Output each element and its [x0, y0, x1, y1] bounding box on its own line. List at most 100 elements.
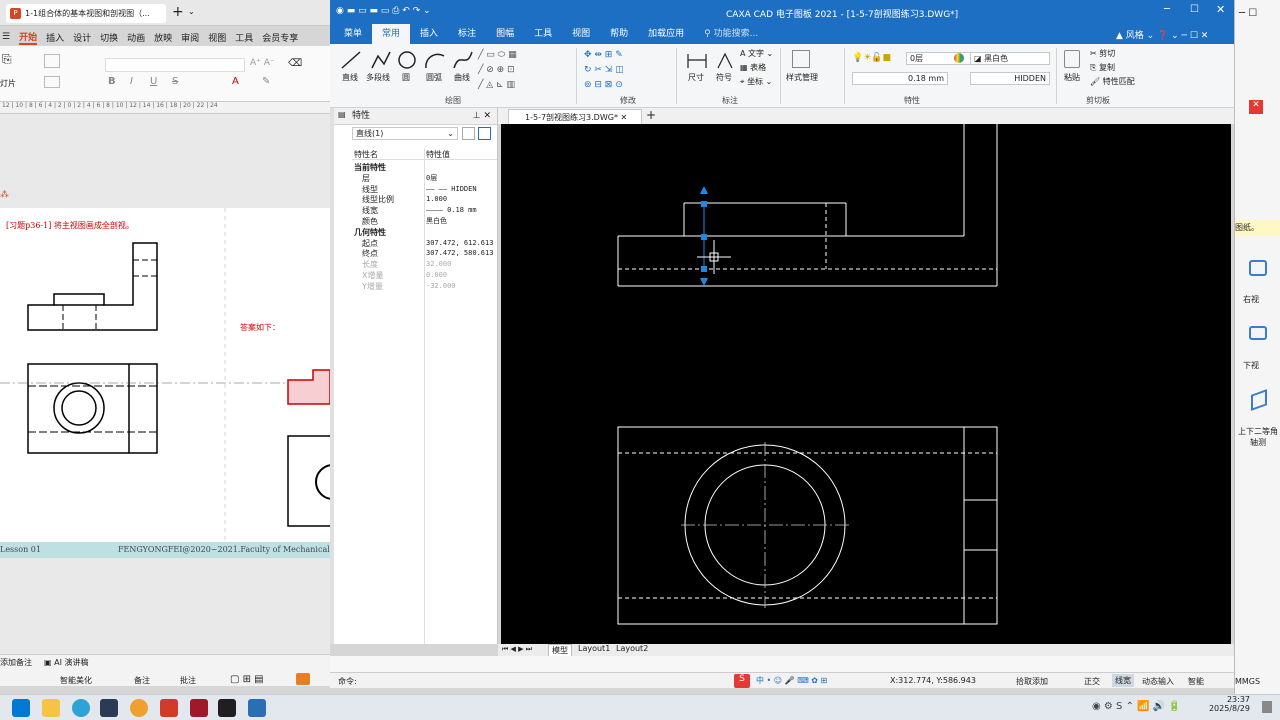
section-icon[interactable] [44, 76, 60, 88]
clock[interactable]: 23:37 2025/8/29 [1206, 695, 1250, 713]
linetype-select[interactable]: HIDDEN [970, 72, 1050, 85]
feature-search[interactable]: ⚲ 功能搜索... [694, 24, 768, 44]
text-tool[interactable]: A 文字 ⌄ [740, 48, 773, 59]
status-dynamic-input[interactable]: 动态输入 [1142, 676, 1174, 687]
line-icon[interactable] [340, 50, 362, 70]
cad-drawing[interactable] [501, 124, 1231, 644]
property-row[interactable]: 线宽 ———— 0.18 mm [352, 205, 497, 216]
property-row[interactable]: X增量 0.000 [352, 270, 497, 281]
layout-tab-2[interactable]: Layout2 [616, 644, 648, 653]
property-row[interactable]: 线型比例 1.000 [352, 194, 497, 205]
caxa-icon[interactable] [218, 699, 236, 717]
table-tool[interactable]: ▦ 表格 [740, 62, 766, 73]
slide-layout-icon[interactable]: ⎘ [2, 52, 12, 67]
line-tool[interactable]: 直线 [342, 72, 358, 83]
status-smart[interactable]: 智能 [1188, 676, 1204, 687]
notes-toggle[interactable]: 备注 [134, 675, 150, 686]
new-document-icon[interactable]: + [646, 108, 656, 122]
chevron-down-icon[interactable]: ⌄ [188, 7, 195, 16]
modify-tools[interactable]: ✥ ⇹ ⊞ ✎ ↻ ✂ ⇲ ◫ ⊚ ⊟ ⊠ ⊙ [584, 48, 624, 93]
highlight-icon[interactable]: ✎ [262, 76, 270, 87]
minimize-icon[interactable]: ─ [1164, 4, 1170, 15]
cad-drawing-canvas[interactable] [501, 124, 1231, 644]
cut-button[interactable]: ✂ 剪切 [1090, 48, 1115, 59]
dimension-icon[interactable] [686, 50, 708, 70]
bold-button[interactable]: B [108, 76, 116, 87]
notification-icon[interactable] [1262, 701, 1272, 713]
cad-tab-tools[interactable]: 工具 [524, 24, 562, 44]
system-tray-icons[interactable]: ◉ ⚙ S ⌃ 📶 🔊 🔋 [1092, 701, 1181, 712]
caxa-active-icon[interactable] [248, 699, 266, 717]
status-ortho[interactable]: 正交 [1084, 676, 1100, 687]
view-right-label[interactable]: 右视 [1243, 294, 1259, 305]
toggle-pickadd-icon[interactable] [478, 127, 491, 140]
property-row[interactable]: 起点 307.472, 612.613 [352, 238, 497, 249]
ppt-menu-home[interactable]: 开始 [19, 30, 38, 45]
dimension-tool[interactable]: 尺寸 [688, 72, 704, 83]
command-prompt[interactable]: 命令: [338, 676, 357, 687]
ppt-menu-slideshow[interactable]: 放映 [154, 31, 172, 44]
wps-icon[interactable] [160, 699, 178, 717]
property-row[interactable]: 终点 307.472, 580.613 [352, 248, 497, 259]
style-menu[interactable]: ▲ 风格 ⌄ ❓ ⌄ ─ ☐ ✕ [1116, 28, 1208, 41]
app-icon[interactable] [100, 699, 118, 717]
cad-tab-annotate[interactable]: 标注 [448, 24, 486, 44]
ppt-slide[interactable]: [习题p36-1] 将主视图画成全剖视。 答案如下： [0, 208, 330, 558]
style-manager-button[interactable]: 样式管理 [786, 72, 818, 83]
document-tab[interactable]: 1-5-7剖视图练习3.DWG* ✕ [508, 109, 642, 124]
ppt-menu-insert[interactable]: 插入 [46, 31, 64, 44]
match-props-button[interactable]: 🖌 特性匹配 [1090, 76, 1135, 87]
view-bottom-label[interactable]: 下视 [1243, 360, 1259, 371]
property-section[interactable]: 几何特性 [352, 227, 497, 238]
quick-select-icon[interactable] [462, 127, 475, 140]
right-view-icon[interactable] [1249, 260, 1267, 276]
property-row[interactable]: 颜色 黑白色 [352, 216, 497, 227]
color-wheel-icon[interactable] [954, 53, 964, 63]
status-pickadd[interactable]: 拾取添加 [1016, 676, 1048, 687]
arc-tool[interactable]: 圆弧 [426, 72, 442, 83]
slideshow-play-icon[interactable] [296, 673, 310, 685]
ppt-menu-design[interactable]: 设计 [73, 31, 91, 44]
font-family-select[interactable] [105, 58, 245, 72]
symbol-icon[interactable] [714, 50, 736, 70]
cad-tab-menu[interactable]: 菜单 [334, 24, 372, 44]
paste-icon[interactable] [1064, 50, 1080, 68]
ppt-menu-transition[interactable]: 切换 [100, 31, 118, 44]
new-slide-button[interactable]: 灯片 [0, 78, 16, 89]
italic-button[interactable]: I [130, 76, 133, 87]
ppt-menu-tools[interactable]: 工具 [235, 31, 253, 44]
ppt-menu-review[interactable]: 审阅 [181, 31, 199, 44]
layout-tab-1[interactable]: Layout1 [578, 644, 610, 653]
axonometric-icon[interactable] [1251, 389, 1267, 411]
coord-tool[interactable]: ⌖ 坐标 ⌄ [740, 76, 772, 87]
selection-select[interactable]: 直线(1) ⌄ [352, 127, 458, 140]
menu-icon[interactable]: ☰ [2, 32, 10, 42]
ime-logo-icon[interactable]: S [734, 674, 750, 688]
underline-button[interactable]: U [150, 76, 157, 87]
cad-tab-help[interactable]: 帮助 [600, 24, 638, 44]
curve-icon[interactable] [452, 50, 474, 70]
polyline-tool[interactable]: 多段线 [366, 72, 390, 83]
bottom-view-icon[interactable] [1249, 326, 1267, 340]
new-tab-icon[interactable]: + [172, 4, 184, 20]
ppt-menu-member[interactable]: 会员专享 [262, 31, 298, 44]
start-icon[interactable] [12, 699, 30, 717]
status-linewidth[interactable]: 线宽 [1112, 674, 1134, 687]
symbol-tool[interactable]: 符号 [716, 72, 732, 83]
close-icon[interactable]: ✕ [1216, 3, 1225, 16]
property-row[interactable]: Y增量 -32.000 [352, 281, 497, 292]
ppt-menu-animation[interactable]: 动画 [127, 31, 145, 44]
copy-button[interactable]: ⎘ 复制 [1090, 62, 1115, 73]
font-grow-icon[interactable]: A⁺ A⁻ [250, 58, 275, 68]
view-normal-icon[interactable]: ▢ ⊞ ▤ [230, 674, 264, 685]
cad-tab-view[interactable]: 视图 [562, 24, 600, 44]
circle-icon[interactable] [396, 50, 418, 70]
ppt-document-tab[interactable]: P 1-1组合体的基本视图和剖视图（... [6, 4, 166, 23]
search-app-icon[interactable] [130, 699, 148, 717]
annotate-toggle[interactable]: 批注 [180, 675, 196, 686]
paste-button[interactable]: 粘贴 [1064, 72, 1080, 83]
polyline-icon[interactable] [370, 50, 392, 70]
right-window-controls[interactable]: ─ ☐ [1239, 8, 1257, 19]
font-color-icon[interactable]: A [232, 76, 239, 87]
curve-tool[interactable]: 曲线 [454, 72, 470, 83]
